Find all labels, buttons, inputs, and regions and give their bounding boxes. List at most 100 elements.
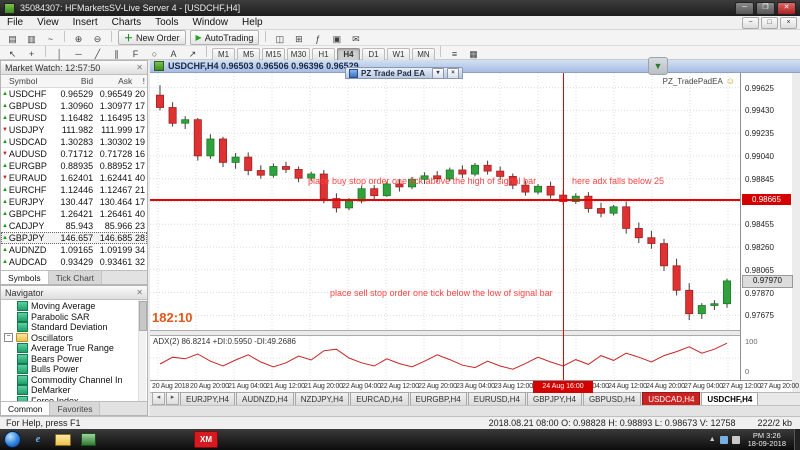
- symbol-cell: EURUSD: [9, 113, 50, 123]
- tray-expand-icon[interactable]: ▲: [709, 436, 716, 443]
- explorer-icon[interactable]: [55, 434, 71, 446]
- child-minimize-button[interactable]: −: [742, 17, 759, 29]
- market-watch-row[interactable]: ▲EURCHF1.124461.1246721: [1, 184, 147, 196]
- chart-tab-usdcad-h4[interactable]: USDCAD,H4: [642, 392, 700, 405]
- menu-help[interactable]: Help: [235, 17, 270, 28]
- volume-icon[interactable]: [732, 436, 740, 444]
- menu-window[interactable]: Window: [185, 17, 235, 28]
- down-arrow-icon: ▼: [1, 148, 9, 160]
- navigator-item-moving-average[interactable]: Moving Average: [1, 301, 147, 312]
- bid-cell: 85.943: [50, 221, 93, 231]
- market-watch-row[interactable]: ▲EURJPY130.447130.46417: [1, 196, 147, 208]
- bid-cell: 1.12446: [50, 185, 93, 195]
- network-icon[interactable]: [720, 436, 728, 444]
- close-icon[interactable]: ×: [447, 68, 459, 79]
- child-restore-button[interactable]: □: [761, 17, 778, 29]
- tab-tick-chart[interactable]: Tick Chart: [49, 271, 102, 284]
- symbol-cell: EURGBP: [9, 161, 50, 171]
- time-axis[interactable]: 20 Aug 201820 Aug 20:0021 Aug 04:0021 Au…: [150, 380, 792, 392]
- menu-charts[interactable]: Charts: [105, 17, 148, 28]
- navigator-item-label: Bears Power: [31, 354, 83, 364]
- navigator-item-bears-power[interactable]: Bears Power: [1, 354, 147, 365]
- status-help-text: For Help, press F1: [6, 418, 81, 428]
- market-watch-row[interactable]: ▲CADJPY85.94385.96623: [1, 220, 147, 232]
- tab-common[interactable]: Common: [1, 402, 50, 415]
- show-desktop-button[interactable]: [794, 429, 800, 450]
- chart-tab-eurgbp-h4[interactable]: EURGBP,H4: [410, 392, 467, 405]
- market-watch-row[interactable]: ▲EURUSD1.164821.1649513: [1, 112, 147, 124]
- price-tick: 0.97870: [745, 289, 774, 298]
- minimize-button[interactable]: ─: [735, 2, 754, 15]
- panel-close-icon[interactable]: ✕: [136, 288, 143, 297]
- tree-collapse-icon[interactable]: −: [4, 333, 13, 342]
- menu-insert[interactable]: Insert: [66, 17, 105, 28]
- navigator-item-bulls-power[interactable]: Bulls Power: [1, 364, 147, 375]
- restore-button[interactable]: ❐: [756, 2, 775, 15]
- mt4-taskbar-icon[interactable]: [81, 433, 96, 446]
- navigator-item-average-true-range[interactable]: Average True Range: [1, 343, 147, 354]
- market-watch-title: Market Watch: 12:57:50: [5, 63, 100, 73]
- ea-status-label[interactable]: PZ_TradePadEA☺: [590, 76, 735, 86]
- market-watch-row[interactable]: ▲GBPJPY146.657146.68528: [1, 232, 147, 244]
- panel-close-icon[interactable]: ✕: [136, 63, 143, 72]
- chart-window-title: USDCHF,H4 0.96503 0.96506 0.96396 0.9652…: [168, 61, 359, 71]
- chart-tab-eurcad-h4[interactable]: EURCAD,H4: [350, 392, 408, 405]
- trade-pad-window[interactable]: PZ Trade Pad EA ▾ ×: [345, 67, 463, 79]
- scrollbar-thumb[interactable]: [139, 301, 147, 331]
- chart-tab-gbpusd-h4[interactable]: GBPUSD,H4: [583, 392, 641, 405]
- mdi-background: [150, 405, 800, 416]
- chart-window-titlebar[interactable]: USDCHF,H4 0.96503 0.96506 0.96396 0.9652…: [150, 60, 800, 73]
- chart-tab-eurusd-h4[interactable]: EURUSD,H4: [468, 392, 526, 405]
- time-axis-label: 21 Aug 20:00: [304, 383, 343, 390]
- market-watch-row[interactable]: ▼EURAUD1.624011.6244140: [1, 172, 147, 184]
- navigator-item-oscillators[interactable]: −Oscillators: [1, 333, 147, 344]
- taskbar-clock[interactable]: PM 3:26 18-09-2018: [748, 432, 786, 448]
- navigator-scrollbar[interactable]: [138, 300, 146, 404]
- menu-file[interactable]: File: [0, 17, 30, 28]
- xm-app-icon[interactable]: XM: [194, 431, 218, 448]
- bid-cell: 1.62401: [50, 173, 93, 183]
- crosshair-date-tag: 24 Aug 16:00: [533, 381, 593, 393]
- market-watch-row[interactable]: ▲GBPCHF1.264211.2646140: [1, 208, 147, 220]
- crosshair-vline[interactable]: [563, 73, 564, 380]
- chart-tab-audnzd-h4[interactable]: AUDNZD,H4: [236, 392, 294, 405]
- candle-timer: 182:10: [152, 310, 192, 325]
- market-watch-row[interactable]: ▼USDJPY111.982111.99917: [1, 124, 147, 136]
- toolbar-separator: [45, 46, 46, 57]
- ask-cell: 1.16495: [93, 113, 132, 123]
- tabs-scroll-left-icon[interactable]: ◂: [152, 392, 165, 405]
- collapse-icon[interactable]: ▾: [432, 68, 444, 79]
- market-watch-row[interactable]: ▲AUDCAD0.934290.9346132: [1, 256, 147, 268]
- scroll-to-end-button[interactable]: ▼: [648, 57, 668, 75]
- chart-tab-gbpjpy-h4[interactable]: GBPJPY,H4: [527, 392, 582, 405]
- navigator-item-parabolic-sar[interactable]: Parabolic SAR: [1, 312, 147, 323]
- market-watch-row[interactable]: ▲USDCAD1.302831.3030219: [1, 136, 147, 148]
- navigator-item-standard-deviation[interactable]: Standard Deviation: [1, 322, 147, 333]
- chart-tab-eurjpy-h4[interactable]: EURJPY,H4: [180, 392, 235, 405]
- adx-indicator-pane[interactable]: ADX(2) 86.8214 +DI:0.5950 -DI:49.2686: [150, 336, 740, 380]
- toolbar-separator: [265, 31, 266, 42]
- navigator-item-demarker[interactable]: DeMarker: [1, 385, 147, 396]
- internet-explorer-icon[interactable]: e: [30, 433, 46, 447]
- ea-smiley-icon: ☺: [726, 76, 735, 86]
- market-watch-row[interactable]: ▲AUDNZD1.091651.0919934: [1, 244, 147, 256]
- market-watch-row[interactable]: ▼AUDUSD0.717120.7172816: [1, 148, 147, 160]
- stop-level-hline[interactable]: [150, 199, 740, 201]
- tab-symbols[interactable]: Symbols: [1, 271, 49, 284]
- menu-view[interactable]: View: [30, 17, 66, 28]
- start-button[interactable]: [4, 431, 21, 448]
- market-watch-row[interactable]: ▲GBPUSD1.309601.3097717: [1, 100, 147, 112]
- ask-cell: 1.30302: [93, 137, 132, 147]
- price-axis[interactable]: 0.996250.994300.992350.990400.988450.986…: [740, 73, 792, 380]
- close-button[interactable]: ✕: [777, 2, 796, 15]
- chart-tab-nzdjpy-h4[interactable]: NZDJPY,H4: [295, 392, 350, 405]
- market-watch-row[interactable]: ▲EURGBP0.889350.8895217: [1, 160, 147, 172]
- navigator-item-commodity-channel-in[interactable]: Commodity Channel In: [1, 375, 147, 386]
- spread-cell: 20: [132, 89, 147, 99]
- child-close-button[interactable]: ×: [780, 17, 797, 29]
- tab-favorites[interactable]: Favorites: [50, 402, 100, 415]
- market-watch-row[interactable]: ▲USDCHF0.965290.9654920: [1, 88, 147, 100]
- tabs-scroll-right-icon[interactable]: ▸: [166, 392, 179, 405]
- menu-tools[interactable]: Tools: [148, 17, 185, 28]
- chart-tab-usdchf-h4[interactable]: USDCHF,H4: [701, 392, 758, 405]
